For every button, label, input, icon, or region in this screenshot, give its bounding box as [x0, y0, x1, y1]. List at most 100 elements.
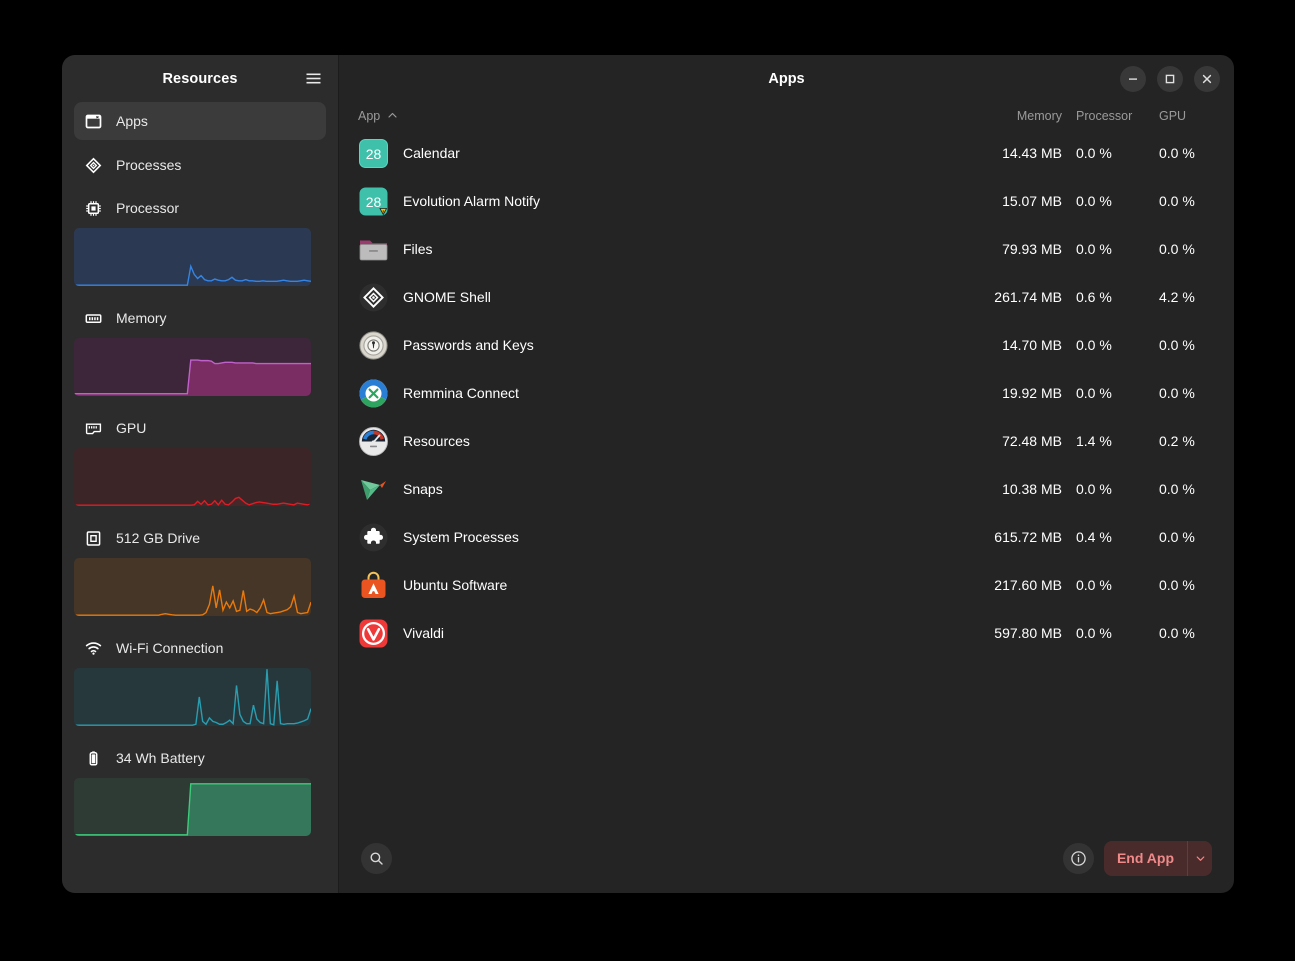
cell-app: Passwords and Keys — [339, 330, 958, 361]
desktop-background: Resources — [0, 0, 1295, 961]
cell-gpu: 0.0 % — [1146, 337, 1212, 353]
cell-gpu: 0.0 % — [1146, 193, 1212, 209]
titlebar: Apps — [339, 55, 1234, 102]
app-name: System Processes — [403, 529, 519, 545]
sidebar-item-label: 34 Wh Battery — [116, 750, 205, 766]
app-name: Ubuntu Software — [403, 577, 507, 593]
sidebar-item-processor[interactable]: Processor — [74, 190, 326, 226]
table-row[interactable]: 28Calendar14.43 MB0.0 %0.0 % — [339, 129, 1234, 177]
sidebar-item-label: GPU — [116, 420, 146, 436]
close-button[interactable] — [1194, 66, 1220, 92]
calendar-28-icon: 28 — [358, 138, 389, 169]
column-header-processor[interactable]: Processor — [1062, 109, 1146, 123]
sidebar-item-wifi[interactable]: Wi-Fi Connection — [74, 630, 326, 666]
cell-app: 28Calendar — [339, 138, 958, 169]
maximize-icon — [1164, 73, 1176, 85]
sidebar-item-processes[interactable]: Processes — [74, 146, 326, 184]
vivaldi-icon — [358, 618, 389, 649]
sidebar-item-drive[interactable]: 512 GB Drive — [74, 520, 326, 556]
cell-processor: 0.0 % — [1062, 577, 1146, 593]
info-icon — [1070, 850, 1087, 867]
speedometer-icon — [358, 426, 389, 457]
table-row[interactable]: Snaps10.38 MB0.0 %0.0 % — [339, 465, 1234, 513]
app-list[interactable]: 28Calendar14.43 MB0.0 %0.0 %28Evolution … — [339, 129, 1234, 831]
snap-bird-icon — [358, 474, 389, 505]
cell-memory: 14.70 MB — [958, 337, 1062, 353]
table-row[interactable]: Files79.93 MB0.0 %0.0 % — [339, 225, 1234, 273]
table-row[interactable]: Remmina Connect19.92 MB0.0 %0.0 % — [339, 369, 1234, 417]
end-app-dropdown-button[interactable] — [1187, 841, 1212, 876]
app-name: Remmina Connect — [403, 385, 519, 401]
sidebar-title: Resources — [62, 71, 338, 87]
cell-app: Resources — [339, 426, 958, 457]
sidebar-item-label: Processes — [116, 157, 181, 173]
cell-processor: 0.0 % — [1062, 385, 1146, 401]
table-row[interactable]: Ubuntu Software217.60 MB0.0 %0.0 % — [339, 561, 1234, 609]
cell-processor: 0.0 % — [1062, 625, 1146, 641]
sidebar-item-memory[interactable]: Memory — [74, 300, 326, 336]
info-button[interactable] — [1063, 843, 1094, 874]
hamburger-menu-button[interactable] — [300, 66, 326, 92]
sidebar-scroll-area[interactable]: Apps Processes — [62, 102, 338, 893]
sidebar-item-label: Memory — [116, 310, 167, 326]
cell-processor: 0.0 % — [1062, 145, 1146, 161]
drive-icon — [85, 530, 102, 547]
window-controls — [1120, 66, 1220, 92]
app-name: Resources — [403, 433, 470, 449]
cell-memory: 15.07 MB — [958, 193, 1062, 209]
table-row[interactable]: 28Evolution Alarm Notify15.07 MB0.0 %0.0… — [339, 177, 1234, 225]
app-name: Files — [403, 241, 433, 257]
cell-processor: 0.0 % — [1062, 193, 1146, 209]
table-header: App Memory Processor GPU — [339, 102, 1234, 129]
cell-gpu: 0.0 % — [1146, 241, 1212, 257]
app-name: GNOME Shell — [403, 289, 491, 305]
cell-app: Vivaldi — [339, 618, 958, 649]
cell-memory: 217.60 MB — [958, 577, 1062, 593]
table-row[interactable]: GNOME Shell261.74 MB0.6 %4.2 % — [339, 273, 1234, 321]
sidebar-item-label: Processor — [116, 200, 179, 216]
cell-memory: 10.38 MB — [958, 481, 1062, 497]
processor-graph[interactable] — [74, 228, 311, 286]
table-row[interactable]: Resources72.48 MB1.4 %0.2 % — [339, 417, 1234, 465]
search-button[interactable] — [361, 843, 392, 874]
sidebar-item-label: Apps — [116, 113, 148, 129]
cell-app: Snaps — [339, 474, 958, 505]
column-header-app[interactable]: App — [339, 109, 958, 123]
minimize-icon — [1127, 73, 1139, 85]
cell-app: Remmina Connect — [339, 378, 958, 409]
app-name: Snaps — [403, 481, 443, 497]
puzzle-piece-icon — [358, 522, 389, 553]
cell-gpu: 0.0 % — [1146, 385, 1212, 401]
drive-graph[interactable] — [74, 558, 311, 616]
wifi-sparkline — [74, 668, 311, 726]
cell-gpu: 0.0 % — [1146, 529, 1212, 545]
sidebar-resource-memory: Memory — [74, 300, 326, 396]
table-row[interactable]: Passwords and Keys14.70 MB0.0 %0.0 % — [339, 321, 1234, 369]
cell-memory: 261.74 MB — [958, 289, 1062, 305]
table-row[interactable]: Vivaldi597.80 MB0.0 %0.0 % — [339, 609, 1234, 657]
sidebar-item-gpu[interactable]: GPU — [74, 410, 326, 446]
cell-app: Ubuntu Software — [339, 570, 958, 601]
memory-sparkline — [74, 338, 311, 396]
end-app-button[interactable]: End App — [1104, 841, 1187, 876]
sidebar-item-battery[interactable]: 34 Wh Battery — [74, 740, 326, 776]
column-header-gpu[interactable]: GPU — [1146, 109, 1212, 123]
minimize-button[interactable] — [1120, 66, 1146, 92]
cell-app: Files — [339, 234, 958, 265]
cell-processor: 0.4 % — [1062, 529, 1146, 545]
column-header-memory[interactable]: Memory — [958, 109, 1062, 123]
table-row[interactable]: System Processes615.72 MB0.4 %0.0 % — [339, 513, 1234, 561]
sidebar-item-apps[interactable]: Apps — [74, 102, 326, 140]
calendar-28-warning-icon: 28 — [358, 186, 389, 217]
cell-processor: 0.0 % — [1062, 337, 1146, 353]
memory-graph[interactable] — [74, 338, 311, 396]
maximize-button[interactable] — [1157, 66, 1183, 92]
svg-text:28: 28 — [366, 194, 382, 210]
battery-graph[interactable] — [74, 778, 311, 836]
folder-icon — [358, 234, 389, 265]
main-panel: Apps — [339, 55, 1234, 893]
gpu-graph[interactable] — [74, 448, 311, 506]
cell-gpu: 0.0 % — [1146, 577, 1212, 593]
wifi-graph[interactable] — [74, 668, 311, 726]
app-name: Evolution Alarm Notify — [403, 193, 540, 209]
